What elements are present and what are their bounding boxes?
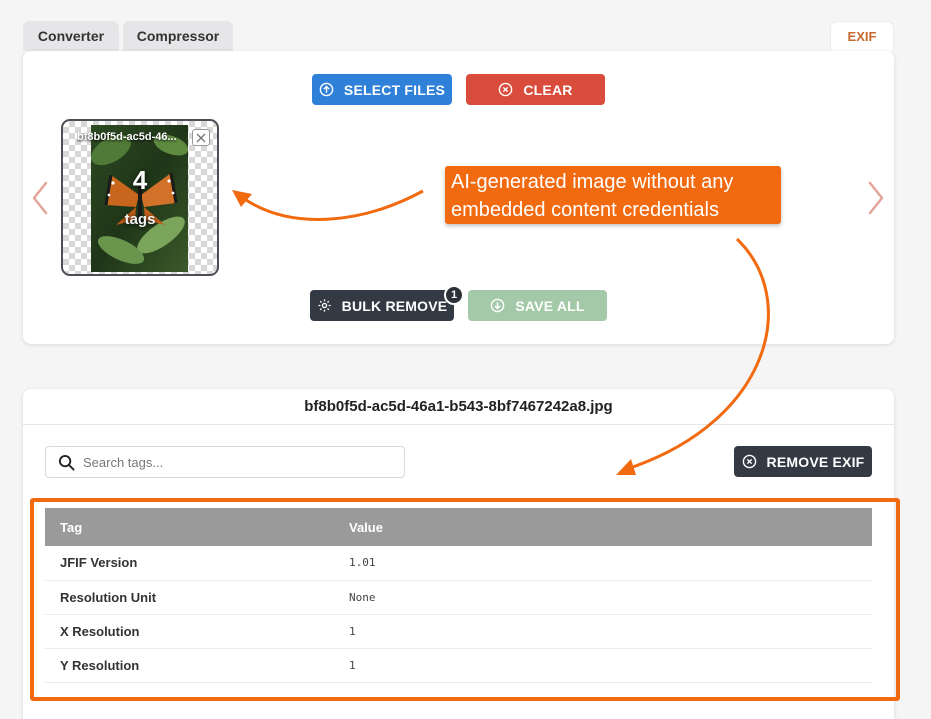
- download-circle-icon: [491, 298, 505, 313]
- bulk-remove-label: BULK REMOVE: [341, 297, 448, 314]
- tab-compressor[interactable]: Compressor: [123, 21, 233, 51]
- save-all-label: SAVE ALL: [515, 297, 585, 314]
- image-thumbnail[interactable]: bf8b0f5d-ac5d-46... 4 tags: [61, 119, 219, 276]
- tag-count-label: tags: [124, 211, 156, 228]
- chevron-left-icon[interactable]: [30, 180, 50, 216]
- tab-converter[interactable]: Converter: [23, 21, 119, 51]
- search-input[interactable]: [83, 454, 383, 470]
- remove-exif-button[interactable]: REMOVE EXIF: [734, 446, 872, 477]
- select-files-label: SELECT FILES: [343, 81, 446, 98]
- chevron-right-icon[interactable]: [866, 180, 886, 216]
- select-files-button[interactable]: SELECT FILES: [312, 74, 452, 105]
- save-all-button[interactable]: SAVE ALL: [468, 290, 607, 321]
- remove-exif-label: REMOVE EXIF: [766, 453, 865, 470]
- table-highlight-frame: [30, 498, 900, 701]
- annotation-callout: AI-generated image without any embedded …: [445, 166, 781, 224]
- tag-count: 4: [132, 165, 148, 195]
- tab-exif[interactable]: EXIF: [830, 21, 894, 51]
- butterfly-photo: [91, 125, 188, 272]
- clear-button[interactable]: CLEAR: [466, 74, 605, 105]
- upload-circle-icon: [319, 82, 334, 97]
- close-icon[interactable]: [192, 129, 210, 146]
- x-circle-icon: [742, 454, 756, 469]
- bulk-remove-count-badge: 1: [444, 285, 464, 305]
- thumbnail-filename: bf8b0f5d-ac5d-46...: [77, 131, 177, 143]
- exif-filename: bf8b0f5d-ac5d-46a1-b543-8bf7467242a8.jpg: [23, 389, 894, 425]
- search-icon: [58, 454, 75, 471]
- gear-icon: [318, 299, 331, 312]
- search-box[interactable]: [45, 446, 405, 478]
- bulk-remove-button[interactable]: BULK REMOVE: [310, 290, 454, 321]
- clear-label: CLEAR: [523, 81, 573, 98]
- x-circle-icon: [499, 82, 513, 97]
